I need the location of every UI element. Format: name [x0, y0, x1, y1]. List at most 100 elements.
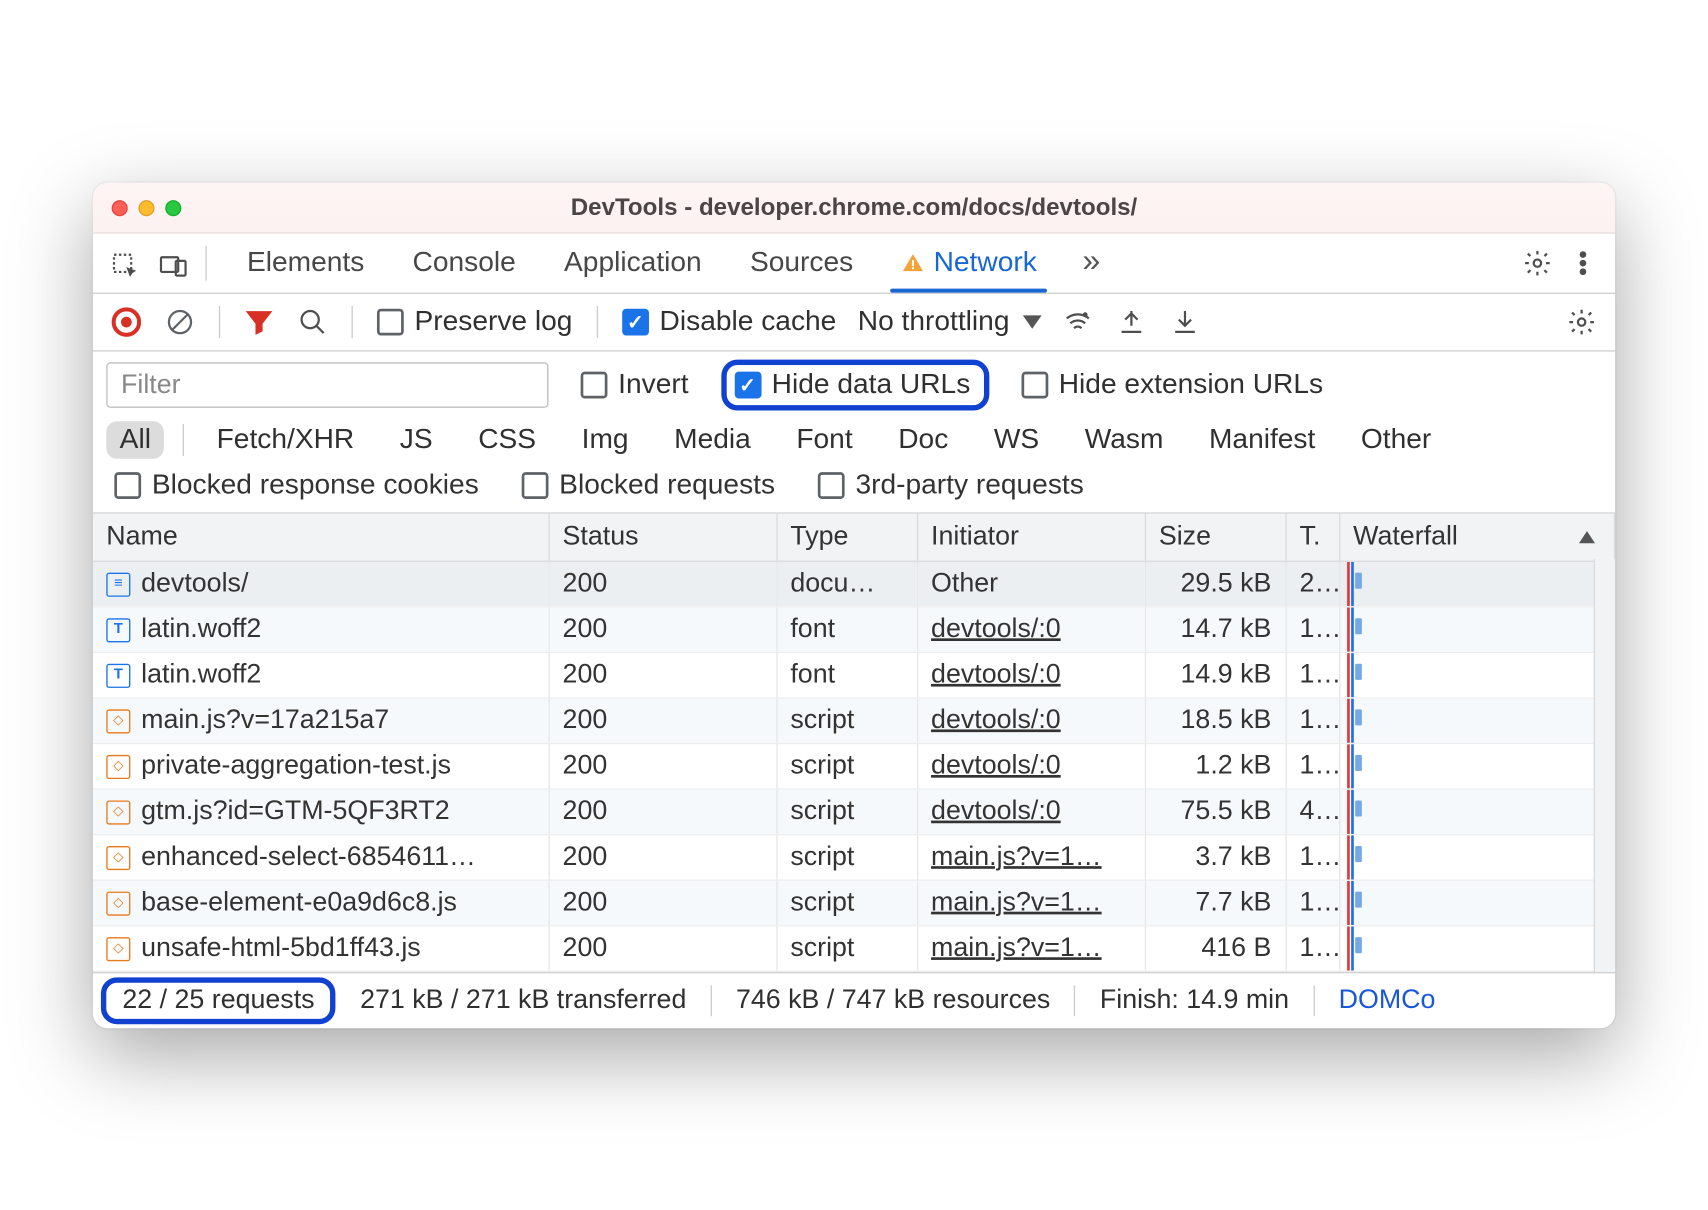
waterfall-cell — [1339, 925, 1614, 971]
inspect-element-icon[interactable] — [104, 244, 147, 287]
js-file-icon — [106, 890, 130, 914]
tab-network[interactable]: Network — [877, 239, 1061, 293]
table-row[interactable]: base-element-e0a9d6c8.js200scriptmain.js… — [93, 880, 1615, 926]
scrollbar[interactable] — [1594, 559, 1615, 972]
js-file-icon — [106, 754, 130, 778]
panel-tabs-row: ElementsConsoleApplicationSourcesNetwork… — [93, 233, 1615, 293]
devtools-window: DevTools - developer.chrome.com/docs/dev… — [93, 182, 1615, 1028]
hide-extension-urls-label: Hide extension URLs — [1059, 368, 1323, 400]
type-chip-js[interactable]: JS — [386, 421, 446, 459]
type-chip-other[interactable]: Other — [1347, 421, 1444, 459]
initiator-link[interactable]: devtools/:0 — [931, 750, 1061, 779]
type-chip-css[interactable]: CSS — [465, 421, 550, 459]
filter-toggle-icon[interactable] — [236, 299, 282, 345]
blocked-response-cookies-checkbox[interactable]: Blocked response cookies — [106, 469, 487, 501]
network-settings-icon[interactable] — [1559, 299, 1605, 345]
table-row[interactable]: private-aggregation-test.js200scriptdevt… — [93, 743, 1615, 789]
column-header-name[interactable]: Name — [93, 513, 549, 561]
chevron-down-icon — [1023, 315, 1042, 328]
preserve-log-checkbox[interactable]: Preserve log — [369, 306, 581, 338]
waterfall-cell — [1339, 834, 1614, 880]
kebab-menu-icon[interactable] — [1562, 241, 1605, 284]
disable-cache-label: Disable cache — [660, 306, 837, 338]
domcontentloaded-link[interactable]: DOMCo — [1314, 985, 1459, 1016]
settings-icon[interactable] — [1516, 241, 1559, 284]
table-row[interactable]: unsafe-html-5bd1ff43.js200scriptmain.js?… — [93, 925, 1615, 971]
tab-console[interactable]: Console — [388, 239, 540, 293]
network-conditions-icon[interactable] — [1055, 299, 1101, 345]
table-row[interactable]: main.js?v=17a215a7200scriptdevtools/:018… — [93, 697, 1615, 743]
search-icon[interactable] — [290, 299, 336, 345]
waterfall-cell — [1339, 652, 1614, 698]
initiator-link[interactable]: main.js?v=1… — [931, 842, 1102, 871]
initiator-link[interactable]: devtools/:0 — [931, 659, 1061, 688]
type-chip-all[interactable]: All — [106, 421, 164, 459]
tab-application[interactable]: Application — [540, 239, 726, 293]
tab-elements[interactable]: Elements — [223, 239, 389, 293]
record-button[interactable] — [104, 299, 150, 345]
column-header-t[interactable]: T. — [1285, 513, 1339, 561]
type-chip-fetch-xhr[interactable]: Fetch/XHR — [203, 421, 367, 459]
column-header-type[interactable]: Type — [776, 513, 917, 561]
table-row[interactable]: devtools/200docu…Other29.5 kB2.. — [93, 561, 1615, 607]
doc-file-icon — [106, 572, 130, 596]
more-tabs-button[interactable]: » — [1066, 243, 1116, 289]
initiator-link[interactable]: devtools/:0 — [931, 614, 1061, 643]
waterfall-cell — [1339, 789, 1614, 835]
type-chip-img[interactable]: Img — [568, 421, 642, 459]
table-row[interactable]: enhanced-select-6854611…200scriptmain.js… — [93, 834, 1615, 880]
resources-size: 746 kB / 747 kB resources — [712, 985, 1076, 1016]
window-title: DevTools - developer.chrome.com/docs/dev… — [93, 193, 1615, 221]
status-bar: 22 / 25 requests 271 kB / 271 kB transfe… — [93, 971, 1615, 1027]
type-chip-media[interactable]: Media — [661, 421, 764, 459]
panel-tabs: ElementsConsoleApplicationSourcesNetwork — [223, 239, 1061, 293]
initiator-link[interactable]: main.js?v=1… — [931, 887, 1102, 916]
transferred-size: 271 kB / 271 kB transferred — [336, 985, 712, 1016]
requests-count: 22 / 25 requests — [122, 985, 314, 1014]
table-row[interactable]: latin.woff2200fontdevtools/:014.7 kB1.. — [93, 606, 1615, 652]
invert-checkbox[interactable]: Invert — [573, 368, 697, 400]
waterfall-cell — [1339, 697, 1614, 743]
network-table: NameStatusTypeInitiatorSizeT.Waterfall d… — [93, 513, 1615, 971]
waterfall-cell — [1339, 743, 1614, 789]
clear-button[interactable] — [157, 299, 203, 345]
initiator-link[interactable]: devtools/:0 — [931, 796, 1061, 825]
font-file-icon — [106, 663, 130, 687]
window-titlebar: DevTools - developer.chrome.com/docs/dev… — [93, 182, 1615, 233]
warning-icon — [901, 251, 925, 275]
initiator-link[interactable]: devtools/:0 — [931, 705, 1061, 734]
invert-label: Invert — [618, 368, 688, 400]
finish-time: Finish: 14.9 min — [1076, 985, 1315, 1016]
js-file-icon — [106, 799, 130, 823]
column-header-initiator[interactable]: Initiator — [917, 513, 1145, 561]
requests-count-highlight: 22 / 25 requests — [101, 977, 336, 1024]
filter-input[interactable] — [106, 362, 548, 408]
disable-cache-checkbox[interactable]: Disable cache — [614, 306, 844, 338]
hide-data-urls-checkbox[interactable]: Hide data URLs — [734, 368, 970, 400]
waterfall-cell — [1339, 561, 1614, 607]
js-file-icon — [106, 845, 130, 869]
initiator-link[interactable]: main.js?v=1… — [931, 933, 1102, 962]
tab-sources[interactable]: Sources — [726, 239, 877, 293]
throttling-label: No throttling — [858, 306, 1010, 338]
export-har-icon[interactable] — [1109, 299, 1155, 345]
device-toolbar-icon[interactable] — [152, 244, 195, 287]
type-chip-doc[interactable]: Doc — [885, 421, 962, 459]
type-chip-font[interactable]: Font — [783, 421, 866, 459]
filter-row: Invert Hide data URLs Hide extension URL… — [93, 351, 1615, 418]
js-file-icon — [106, 708, 130, 732]
table-row[interactable]: latin.woff2200fontdevtools/:014.9 kB1.. — [93, 652, 1615, 698]
type-chip-manifest[interactable]: Manifest — [1196, 421, 1329, 459]
type-chip-wasm[interactable]: Wasm — [1071, 421, 1176, 459]
column-header-status[interactable]: Status — [548, 513, 776, 561]
import-har-icon[interactable] — [1162, 299, 1208, 345]
hide-extension-urls-checkbox[interactable]: Hide extension URLs — [1013, 368, 1331, 400]
blocked-requests-checkbox[interactable]: Blocked requests — [514, 469, 783, 501]
waterfall-cell — [1339, 606, 1614, 652]
type-chip-ws[interactable]: WS — [980, 421, 1052, 459]
column-header-size[interactable]: Size — [1145, 513, 1286, 561]
table-row[interactable]: gtm.js?id=GTM-5QF3RT2200scriptdevtools/:… — [93, 789, 1615, 835]
throttling-select[interactable]: No throttling — [852, 306, 1047, 338]
third-party-requests-checkbox[interactable]: 3rd-party requests — [810, 469, 1092, 501]
column-header-waterfall[interactable]: Waterfall — [1339, 513, 1614, 561]
